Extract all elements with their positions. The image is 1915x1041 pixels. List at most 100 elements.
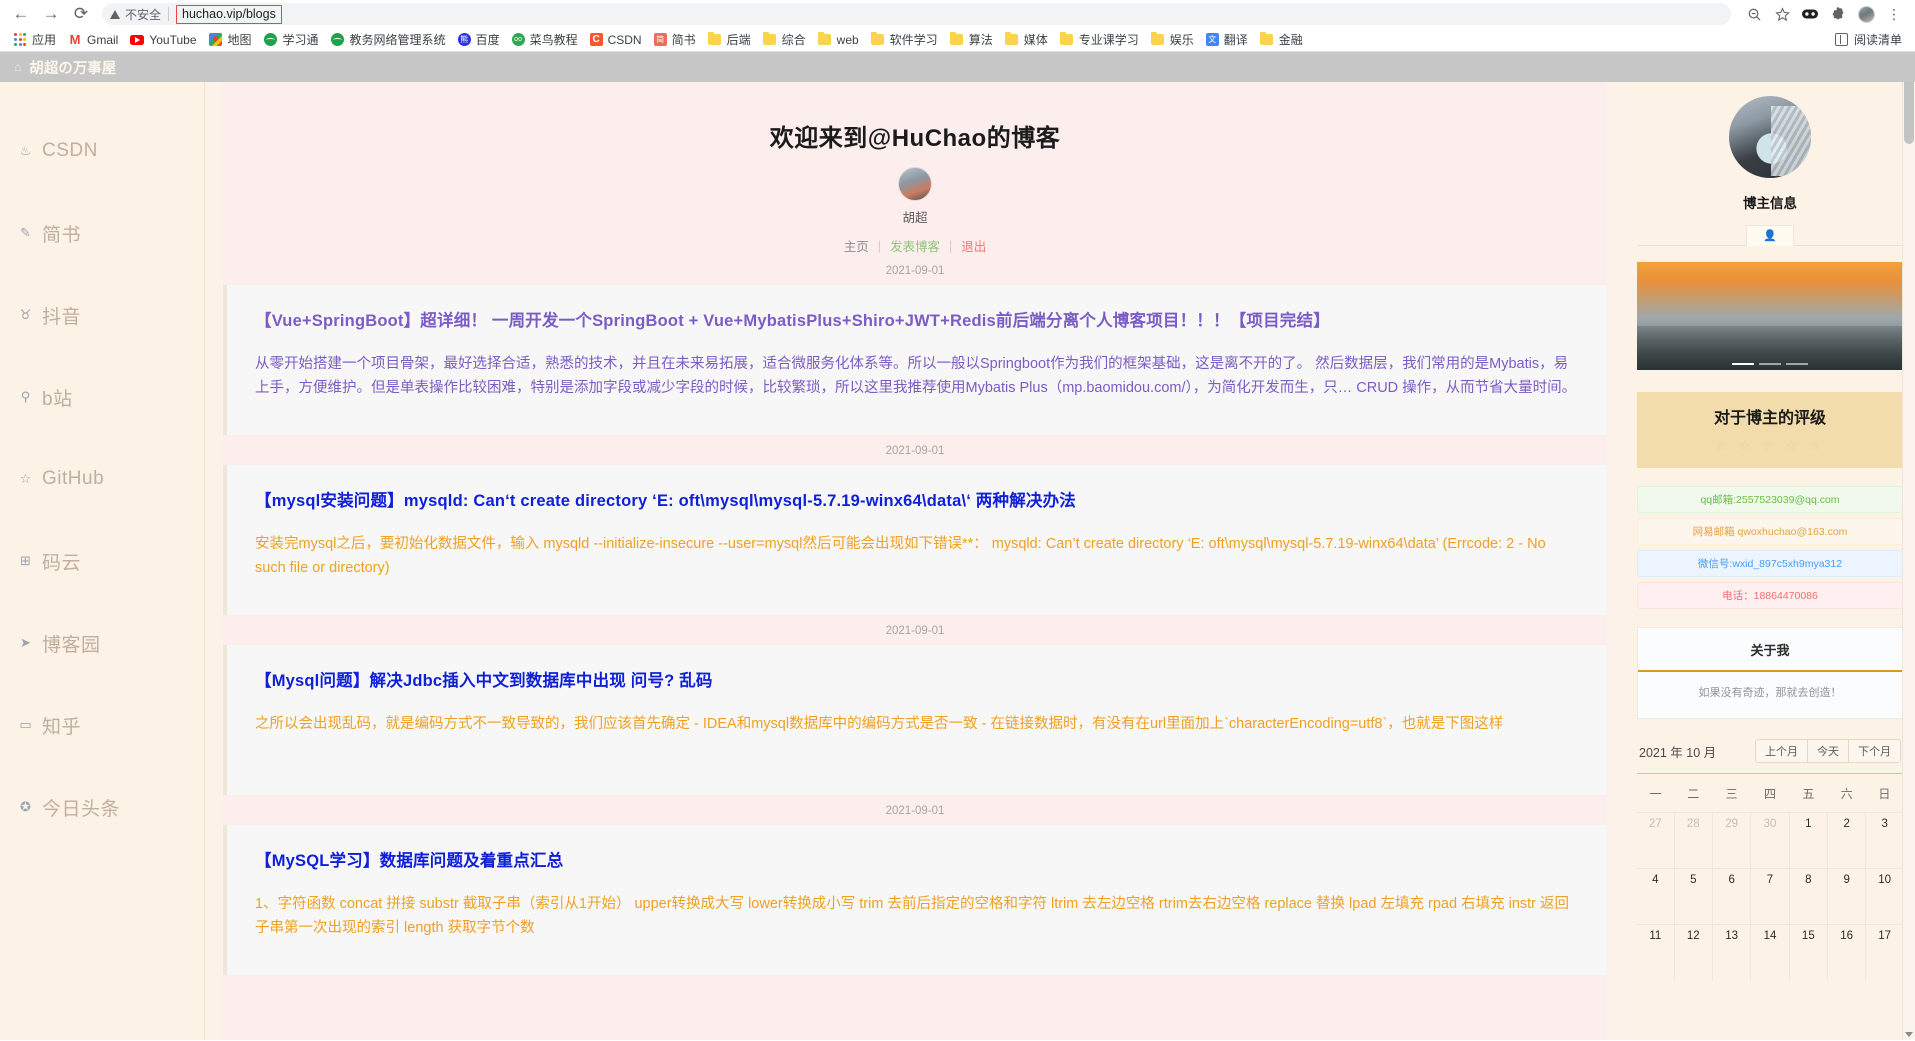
- carousel-indicators[interactable]: [1637, 362, 1903, 365]
- link-new-post[interactable]: 发表博客: [881, 236, 949, 255]
- bookmark-folder-jinrong[interactable]: 金融: [1254, 29, 1309, 50]
- bookmark-folder-zonghe[interactable]: 综合: [757, 29, 812, 50]
- sidebar-item-gitee[interactable]: ⊞ 码云: [0, 520, 204, 602]
- calendar-day-cell[interactable]: 29: [1711, 812, 1751, 869]
- calendar-title: 2021 年 10 月: [1639, 745, 1717, 760]
- post-card[interactable]: 【Vue+SpringBoot】超详细！ 一周开发一个SpringBoot + …: [223, 285, 1607, 435]
- calendar-day-cell[interactable]: 8: [1788, 868, 1828, 925]
- tab-profile[interactable]: 👤: [1746, 225, 1794, 246]
- calendar-day-cell[interactable]: 28: [1673, 812, 1713, 869]
- bookmark-folder-yule[interactable]: 娱乐: [1145, 29, 1200, 50]
- contact-phone[interactable]: 电话：18864470086: [1637, 582, 1903, 609]
- bookmark-jianshu[interactable]: 简 简书: [648, 29, 702, 50]
- coffee-icon: ♨: [19, 143, 32, 158]
- calendar-day-cell[interactable]: 30: [1750, 812, 1790, 869]
- security-warning[interactable]: 不安全: [110, 6, 161, 23]
- home-icon[interactable]: ⌂: [14, 60, 21, 74]
- sidebar-item-zhihu[interactable]: ▭ 知乎: [0, 684, 204, 766]
- calendar-day-cell[interactable]: 9: [1826, 868, 1866, 925]
- bookmark-runoob[interactable]: oo 菜鸟教程: [506, 29, 584, 50]
- calendar-day-cell[interactable]: 14: [1750, 924, 1790, 981]
- post-title[interactable]: 【Vue+SpringBoot】超详细！ 一周开发一个SpringBoot + …: [255, 307, 1579, 331]
- pen-icon: ✎: [20, 225, 31, 240]
- contact-netease-mail[interactable]: 网易邮箱 qwoxhuchao@163.com: [1637, 518, 1903, 545]
- glasses-extension-icon[interactable]: [1797, 1, 1823, 27]
- reload-button[interactable]: ⟳: [68, 1, 94, 27]
- bookmark-youtube[interactable]: YouTube: [124, 31, 202, 49]
- calendar-day-cell[interactable]: 16: [1826, 924, 1866, 981]
- profile-avatar-icon[interactable]: [1853, 1, 1879, 27]
- avatar[interactable]: [1729, 96, 1811, 178]
- bookmark-apps[interactable]: 应用: [7, 29, 62, 50]
- calendar-day-cell[interactable]: 12: [1673, 924, 1713, 981]
- calendar-day-cell[interactable]: 11: [1637, 924, 1675, 981]
- bookmark-jiaowu[interactable]: 教务网络管理系统: [325, 29, 452, 50]
- back-button[interactable]: ←: [8, 1, 34, 27]
- prev-month-button[interactable]: 上个月: [1755, 739, 1808, 764]
- contact-wechat[interactable]: 微信号:wxid_897c5xh9mya312: [1637, 550, 1903, 577]
- bookmark-baidu[interactable]: 熊 百度: [452, 29, 506, 50]
- post-card[interactable]: 【Mysql问题】解决Jdbc插入中文到数据库中出现 问号? 乱码 之所以会出现…: [223, 645, 1607, 795]
- image-carousel[interactable]: [1637, 262, 1903, 370]
- today-button[interactable]: 今天: [1807, 739, 1849, 764]
- sidebar-item-jianshu[interactable]: ✎ 简书: [0, 192, 204, 274]
- sidebar-item-douyin[interactable]: ♉ 抖音: [0, 274, 204, 356]
- carousel-dot[interactable]: [1759, 362, 1781, 365]
- avatar[interactable]: [898, 167, 932, 201]
- forward-button[interactable]: →: [38, 1, 64, 27]
- calendar-day-cell[interactable]: 5: [1673, 868, 1713, 925]
- bookmark-folder-meiti[interactable]: 媒体: [999, 29, 1054, 50]
- calendar-day-cell[interactable]: 17: [1865, 924, 1903, 981]
- sidebar-item-toutiao[interactable]: ✪ 今日头条: [0, 766, 204, 848]
- calendar-day-cell[interactable]: 13: [1711, 924, 1751, 981]
- bookmark-label: 教务网络管理系统: [349, 33, 446, 47]
- post-card[interactable]: 【mysql安装问题】mysqld: Can‘t create director…: [223, 465, 1607, 615]
- url-input[interactable]: huchao.vip/blogs: [176, 4, 282, 24]
- calendar-day-cell[interactable]: 3: [1865, 812, 1903, 869]
- link-home[interactable]: 主页: [835, 236, 878, 255]
- reading-list-button[interactable]: 阅读清单: [1829, 29, 1908, 50]
- bookmark-csdn[interactable]: C CSDN: [584, 31, 648, 49]
- bookmark-maps[interactable]: 地图: [203, 29, 258, 50]
- profile-tabs: 👤: [1637, 224, 1903, 246]
- post-title[interactable]: 【MySQL学习】数据库问题及着重点汇总: [255, 847, 1579, 871]
- bookmark-folder-zhuanyekexuexi[interactable]: 专业课学习: [1054, 29, 1145, 50]
- scroll-down-arrow-icon[interactable]: [1905, 1032, 1913, 1037]
- post-title[interactable]: 【mysql安装问题】mysqld: Can‘t create director…: [255, 487, 1579, 511]
- comment-icon: ▭: [19, 717, 32, 732]
- sidebar-item-github[interactable]: ☆ GitHub: [0, 438, 204, 520]
- sidebar-item-label: 码云: [42, 552, 82, 574]
- contact-qq[interactable]: qq邮箱:2557523039@qq.com: [1637, 486, 1903, 513]
- chrome-menu-icon[interactable]: ⋮: [1881, 1, 1907, 27]
- address-bar[interactable]: 不安全 huchao.vip/blogs: [102, 3, 1731, 25]
- bookmark-folder-suanfa[interactable]: 算法: [944, 29, 999, 50]
- zoom-out-icon[interactable]: [1741, 1, 1767, 27]
- bookmark-folder-houduan[interactable]: 后端: [702, 29, 757, 50]
- bookmark-folder-ruanjianxuexi[interactable]: 软件学习: [865, 29, 944, 50]
- sidebar-item-bilibili[interactable]: ⚲ b站: [0, 356, 204, 438]
- calendar-day-cell[interactable]: 15: [1788, 924, 1828, 981]
- calendar-day-cell[interactable]: 10: [1865, 868, 1903, 925]
- calendar-day-cell[interactable]: 27: [1637, 812, 1675, 869]
- next-month-button[interactable]: 下个月: [1848, 739, 1901, 764]
- bookmark-star-icon[interactable]: [1769, 1, 1795, 27]
- carousel-dot[interactable]: [1786, 362, 1808, 365]
- calendar-day-cell[interactable]: 2: [1826, 812, 1866, 869]
- sidebar-item-cnblogs[interactable]: ➤ 博客园: [0, 602, 204, 684]
- bookmark-folder-web[interactable]: web: [812, 31, 865, 49]
- sidebar-item-csdn[interactable]: ♨ CSDN: [0, 110, 204, 192]
- calendar-day-cell[interactable]: 4: [1637, 868, 1675, 925]
- bookmark-translate[interactable]: 文 翻译: [1200, 29, 1254, 50]
- post-card[interactable]: 【MySQL学习】数据库问题及着重点汇总 1、字符函数 concat 拼接 su…: [223, 825, 1607, 975]
- rating-stars[interactable]: ☆ ☆ ☆ ☆ ☆: [1647, 438, 1893, 454]
- page-scrollbar[interactable]: [1902, 52, 1915, 1040]
- carousel-dot[interactable]: [1732, 362, 1754, 365]
- link-logout[interactable]: 退出: [952, 236, 995, 255]
- calendar-day-cell[interactable]: 6: [1711, 868, 1751, 925]
- post-title[interactable]: 【Mysql问题】解决Jdbc插入中文到数据库中出现 问号? 乱码: [255, 667, 1579, 691]
- puzzle-extension-icon[interactable]: [1825, 1, 1851, 27]
- calendar-day-cell[interactable]: 7: [1750, 868, 1790, 925]
- calendar-day-cell[interactable]: 1: [1788, 812, 1828, 869]
- bookmark-xuexitong[interactable]: 学习通: [258, 29, 325, 50]
- bookmark-gmail[interactable]: M Gmail: [62, 31, 124, 49]
